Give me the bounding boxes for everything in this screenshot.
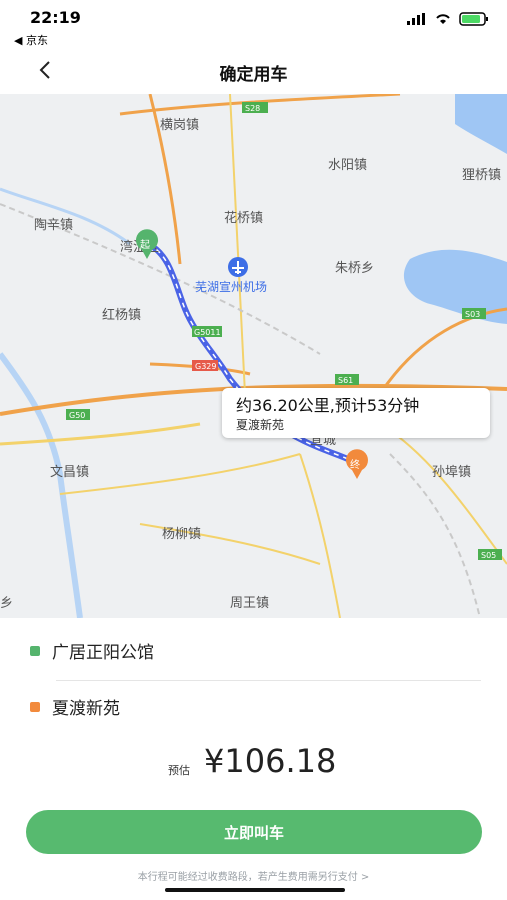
toll-note-link[interactable]: 本行程可能经过收费路段，若产生费用需另行支付 > — [0, 868, 507, 883]
map-label: 孙埠镇 — [432, 465, 471, 480]
home-indicator — [165, 888, 345, 892]
svg-text:起: 起 — [140, 239, 150, 251]
wifi-icon — [436, 14, 450, 24]
svg-text:S03: S03 — [465, 310, 480, 319]
route-destination: 夏渡新苑 — [236, 418, 285, 432]
nav-bar: 确定用车 — [0, 50, 507, 94]
price-value: ¥106.18 — [204, 742, 337, 780]
map-label: 周王镇 — [230, 596, 269, 611]
price-label: 预估 — [168, 764, 190, 777]
svg-text:G329: G329 — [195, 362, 216, 371]
map-label: 朱桥乡 — [335, 261, 374, 276]
page-title: 确定用车 — [219, 65, 288, 85]
map-label: 横岗镇 — [160, 118, 199, 133]
map-label: 水阳镇 — [328, 158, 367, 173]
divider — [56, 680, 481, 681]
svg-text:终: 终 — [350, 458, 360, 471]
origin-dot-icon — [30, 645, 40, 656]
status-icons — [407, 12, 489, 26]
map-label: 芜湖宣州机场 — [195, 279, 267, 294]
battery-icon — [459, 12, 488, 26]
map-label: 陶辛镇 — [34, 217, 73, 233]
destination-dot-icon — [30, 701, 40, 712]
signal-icon — [407, 13, 425, 25]
svg-text:G50: G50 — [69, 411, 85, 420]
back-to-app-link[interactable]: ◀ 京东 — [14, 32, 48, 48]
svg-text:S05: S05 — [481, 551, 496, 560]
map-label: 狸桥镇 — [462, 168, 501, 183]
route-summary: 约36.20公里,预计53分钟 — [236, 396, 420, 415]
status-bar: 22:19 ◀ 京东 — [0, 0, 507, 50]
status-time: 22:19 — [30, 8, 81, 27]
map-label: 红杨镇 — [102, 307, 141, 323]
svg-text:S28: S28 — [245, 104, 260, 113]
map-label: 文昌镇 — [50, 465, 89, 480]
map-label: 花桥镇 — [224, 210, 263, 226]
origin-row[interactable]: 广居正阳公馆 — [30, 638, 154, 663]
origin-name: 广居正阳公馆 — [52, 643, 154, 663]
svg-text:S61: S61 — [338, 376, 353, 385]
destination-row[interactable]: 夏渡新苑 — [30, 694, 120, 719]
route-map[interactable]: 横岗镇 水阳镇 狸桥镇 陶辛镇 花桥镇 湾沚区 芜湖宣州机场 朱桥乡 红杨镇 文… — [0, 94, 507, 618]
call-car-button[interactable]: 立即叫车 — [26, 810, 482, 854]
route-info-bubble: 约36.20公里,预计53分钟 夏渡新苑 — [222, 388, 490, 438]
svg-text:G5011: G5011 — [194, 328, 221, 337]
map-canvas: 横岗镇 水阳镇 狸桥镇 陶辛镇 花桥镇 湾沚区 芜湖宣州机场 朱桥乡 红杨镇 文… — [0, 94, 507, 618]
destination-name: 夏渡新苑 — [52, 699, 120, 719]
map-label: 乡 — [0, 596, 13, 611]
map-label: 杨柳镇 — [162, 527, 201, 542]
